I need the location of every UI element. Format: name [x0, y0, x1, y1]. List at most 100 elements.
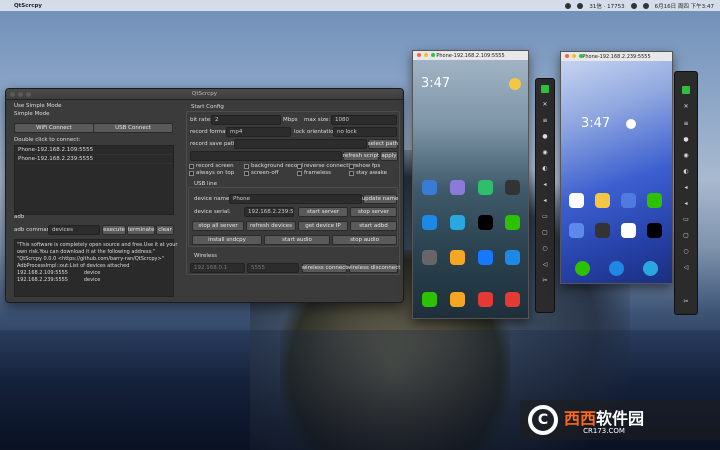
minimize-icon[interactable]	[18, 92, 23, 97]
power-icon[interactable]: ●	[680, 136, 692, 143]
menu-icon[interactable]: ≡	[539, 117, 551, 124]
device-serial-select[interactable]: 192.168.2.239:5	[244, 207, 294, 217]
start-audio-button[interactable]: start audio	[264, 235, 330, 245]
close-icon[interactable]	[565, 54, 569, 58]
background-record-checkbox[interactable]: background record	[244, 163, 303, 169]
status-icon[interactable]	[577, 2, 584, 9]
terminate-button[interactable]: terminate	[127, 225, 155, 235]
app-icon[interactable]	[647, 193, 662, 208]
fullscreen-icon[interactable]: ✕	[539, 101, 551, 108]
menu-app-name[interactable]: QtScrcpy	[14, 3, 42, 9]
search-icon[interactable]	[642, 2, 649, 9]
stay-awake-checkbox[interactable]: stay awake	[349, 170, 387, 176]
rotate-icon[interactable]: ▭	[539, 213, 551, 220]
always-on-top-checkbox[interactable]: always on top	[189, 170, 234, 176]
screen-off-icon[interactable]: ◐	[680, 168, 692, 175]
app-icon[interactable]	[422, 180, 437, 195]
get-device-ip-button[interactable]: get device IP	[298, 221, 348, 231]
execute-button[interactable]: execute	[102, 225, 126, 235]
checkbox-icon[interactable]	[244, 171, 249, 176]
app-icon[interactable]	[505, 215, 520, 230]
checkbox-icon[interactable]	[297, 171, 302, 176]
volume-up-icon[interactable]: ◂	[680, 184, 692, 191]
phone-window-2[interactable]: Phone-192.168.2.239:5555 3:47	[560, 51, 673, 284]
green-indicator-icon[interactable]	[541, 85, 549, 93]
wireless-connect-button[interactable]: wireless connect	[302, 263, 347, 273]
close-icon[interactable]	[417, 53, 421, 57]
phone-titlebar[interactable]: Phone-192.168.2.239:5555	[561, 52, 672, 61]
recent-apps-icon[interactable]: ▢	[539, 229, 551, 236]
fullscreen-icon[interactable]: ✕	[680, 103, 692, 110]
zoom-icon[interactable]	[26, 92, 31, 97]
app-icon[interactable]	[450, 292, 465, 307]
checkbox-icon[interactable]	[297, 164, 302, 169]
menu-clock[interactable]: 6月16日 周四 下午3:47	[655, 2, 714, 10]
start-adbd-button[interactable]: start adbd	[350, 221, 397, 231]
checkbox-icon[interactable]	[189, 164, 194, 169]
app-icon[interactable]	[505, 180, 520, 195]
app-icon[interactable]	[422, 250, 437, 265]
log-output[interactable]: "This software is completely open source…	[14, 239, 177, 297]
phone-screen[interactable]: 3:47	[561, 61, 672, 283]
zoom-icon[interactable]	[579, 54, 583, 58]
stop-server-button[interactable]: stop server	[350, 207, 397, 217]
zoom-icon[interactable]	[431, 53, 435, 57]
chrome-icon[interactable]	[478, 292, 493, 307]
rotate-icon[interactable]: ▭	[680, 216, 692, 223]
apply-button[interactable]: apply	[380, 151, 398, 161]
clear-button[interactable]: clear	[156, 225, 174, 235]
show-fps-checkbox[interactable]: show fps	[349, 163, 380, 169]
app-icon[interactable]	[450, 215, 465, 230]
app-icon[interactable]	[621, 223, 636, 238]
green-indicator-icon[interactable]	[682, 86, 690, 94]
app-icon[interactable]	[595, 193, 610, 208]
screen-off-icon[interactable]: ◐	[539, 165, 551, 172]
use-simple-mode-label[interactable]: Use Simple Mode	[14, 103, 62, 109]
status-text[interactable]: 31信 · 17753	[589, 2, 624, 10]
app-icon[interactable]	[478, 180, 493, 195]
phone-icon[interactable]	[422, 292, 437, 307]
app-icon[interactable]	[505, 250, 520, 265]
checkbox-icon[interactable]	[349, 164, 354, 169]
close-icon[interactable]	[10, 92, 15, 97]
checkbox-icon[interactable]	[349, 171, 354, 176]
phone-screen[interactable]: 3:47	[413, 60, 528, 318]
checkbox-icon[interactable]	[189, 171, 194, 176]
menu-icon[interactable]: ≡	[680, 120, 692, 127]
script-select[interactable]	[190, 151, 342, 161]
bit-rate-input[interactable]: 2	[211, 115, 281, 125]
power-icon[interactable]: ●	[539, 133, 551, 140]
volume-down-icon[interactable]: ◂	[680, 200, 692, 207]
recent-apps-icon[interactable]: ▢	[680, 232, 692, 239]
record-format-select[interactable]: mp4	[226, 127, 291, 137]
phone-titlebar[interactable]: Phone-192.168.2.109:5555	[413, 51, 528, 60]
app-icon[interactable]	[595, 223, 610, 238]
device-list[interactable]: Phone-192.168.2.109:5555 Phone-192.168.2…	[14, 145, 174, 215]
eye-icon[interactable]: ◉	[680, 152, 692, 159]
wireless-port-input[interactable]: 5555	[247, 263, 299, 273]
frameless-checkbox[interactable]: frameless	[297, 170, 331, 176]
volume-up-icon[interactable]: ◂	[539, 181, 551, 188]
stop-all-server-button[interactable]: stop all server	[192, 221, 244, 231]
install-sndcpy-button[interactable]: install sndcpy	[192, 235, 262, 245]
record-save-path-input[interactable]	[234, 139, 367, 149]
lock-orientation-select[interactable]: no lock	[333, 127, 397, 137]
stop-audio-button[interactable]: stop audio	[332, 235, 397, 245]
screen-off-checkbox[interactable]: screen-off	[244, 170, 279, 176]
phone-window-1[interactable]: Phone-192.168.2.109:5555 3:47	[412, 50, 529, 319]
app-icon[interactable]	[422, 215, 437, 230]
refresh-script-button[interactable]: refresh script	[343, 151, 379, 161]
app-icon[interactable]	[478, 250, 493, 265]
update-name-button[interactable]: update name	[362, 194, 398, 204]
home-icon[interactable]: ○	[539, 245, 551, 252]
tools-icon[interactable]: ✂	[680, 298, 692, 305]
wifi-icon[interactable]	[630, 2, 637, 9]
app-icon[interactable]	[450, 250, 465, 265]
wireless-ip-input[interactable]: 192.168.0.1	[190, 263, 245, 273]
eye-icon[interactable]: ◉	[539, 149, 551, 156]
app-icon[interactable]	[569, 223, 584, 238]
tools-icon[interactable]: ✂	[539, 277, 551, 284]
minimize-icon[interactable]	[424, 53, 428, 57]
app-icon[interactable]	[505, 292, 520, 307]
back-icon[interactable]: ◁	[680, 264, 692, 271]
